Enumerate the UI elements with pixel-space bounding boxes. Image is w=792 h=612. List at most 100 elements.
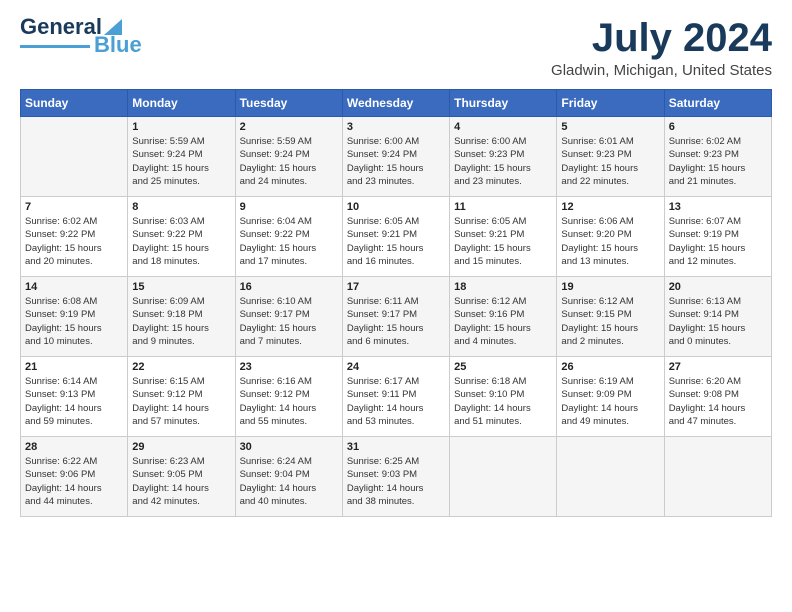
weekday-header-sunday: Sunday (21, 90, 128, 117)
weekday-header-monday: Monday (128, 90, 235, 117)
day-info: Sunrise: 6:09 AM Sunset: 9:18 PM Dayligh… (132, 295, 230, 348)
day-number: 13 (669, 201, 767, 213)
day-info: Sunrise: 6:02 AM Sunset: 9:22 PM Dayligh… (25, 215, 123, 268)
calendar-cell: 27 Sunrise: 6:20 AM Sunset: 9:08 PM Dayli… (664, 357, 771, 437)
day-info: Sunrise: 6:16 AM Sunset: 9:12 PM Dayligh… (240, 375, 338, 428)
calendar-cell: 9 Sunrise: 6:04 AM Sunset: 9:22 PM Daylig… (235, 197, 342, 277)
logo: General Blue (20, 16, 142, 56)
calendar-cell: 23 Sunrise: 6:16 AM Sunset: 9:12 PM Dayli… (235, 357, 342, 437)
day-number: 26 (561, 361, 659, 373)
calendar-cell: 2 Sunrise: 5:59 AM Sunset: 9:24 PM Daylig… (235, 117, 342, 197)
day-number: 5 (561, 121, 659, 133)
month-title: July 2024 (551, 16, 772, 60)
day-info: Sunrise: 5:59 AM Sunset: 9:24 PM Dayligh… (240, 135, 338, 188)
calendar-week-1: 1 Sunrise: 5:59 AM Sunset: 9:24 PM Daylig… (21, 117, 772, 197)
calendar-cell: 6 Sunrise: 6:02 AM Sunset: 9:23 PM Daylig… (664, 117, 771, 197)
day-info: Sunrise: 6:25 AM Sunset: 9:03 PM Dayligh… (347, 455, 445, 508)
calendar-cell: 29 Sunrise: 6:23 AM Sunset: 9:05 PM Dayli… (128, 437, 235, 517)
day-info: Sunrise: 6:08 AM Sunset: 9:19 PM Dayligh… (25, 295, 123, 348)
day-number: 25 (454, 361, 552, 373)
logo-text-blue: Blue (94, 34, 142, 56)
calendar-cell (21, 117, 128, 197)
day-info: Sunrise: 6:23 AM Sunset: 9:05 PM Dayligh… (132, 455, 230, 508)
calendar-cell: 16 Sunrise: 6:10 AM Sunset: 9:17 PM Dayli… (235, 277, 342, 357)
weekday-header-saturday: Saturday (664, 90, 771, 117)
calendar-cell: 19Sunrise: 6:12 AM Sunset: 9:15 PM Dayli… (557, 277, 664, 357)
calendar-cell (557, 437, 664, 517)
calendar-cell: 7 Sunrise: 6:02 AM Sunset: 9:22 PM Daylig… (21, 197, 128, 277)
day-info: Sunrise: 6:18 AM Sunset: 9:10 PM Dayligh… (454, 375, 552, 428)
calendar-cell: 31Sunrise: 6:25 AM Sunset: 9:03 PM Dayli… (342, 437, 449, 517)
day-info: Sunrise: 6:07 AM Sunset: 9:19 PM Dayligh… (669, 215, 767, 268)
day-number: 7 (25, 201, 123, 213)
weekday-header-tuesday: Tuesday (235, 90, 342, 117)
day-number: 9 (240, 201, 338, 213)
calendar-cell: 4 Sunrise: 6:00 AM Sunset: 9:23 PM Daylig… (450, 117, 557, 197)
day-info: Sunrise: 6:24 AM Sunset: 9:04 PM Dayligh… (240, 455, 338, 508)
calendar-week-5: 28 Sunrise: 6:22 AM Sunset: 9:06 PM Dayli… (21, 437, 772, 517)
day-number: 27 (669, 361, 767, 373)
day-number: 4 (454, 121, 552, 133)
day-number: 24 (347, 361, 445, 373)
day-info: Sunrise: 6:01 AM Sunset: 9:23 PM Dayligh… (561, 135, 659, 188)
day-info: Sunrise: 6:12 AM Sunset: 9:16 PM Dayligh… (454, 295, 552, 348)
day-number: 15 (132, 281, 230, 293)
day-number: 30 (240, 441, 338, 453)
calendar-cell: 28 Sunrise: 6:22 AM Sunset: 9:06 PM Dayli… (21, 437, 128, 517)
day-number: 11 (454, 201, 552, 213)
day-info: Sunrise: 6:20 AM Sunset: 9:08 PM Dayligh… (669, 375, 767, 428)
day-number: 28 (25, 441, 123, 453)
day-number: 1 (132, 121, 230, 133)
calendar-cell: 12 Sunrise: 6:06 AM Sunset: 9:20 PM Dayli… (557, 197, 664, 277)
day-number: 18 (454, 281, 552, 293)
calendar-week-4: 21Sunrise: 6:14 AM Sunset: 9:13 PM Dayli… (21, 357, 772, 437)
day-number: 6 (669, 121, 767, 133)
day-number: 16 (240, 281, 338, 293)
day-number: 8 (132, 201, 230, 213)
calendar-cell: 30 Sunrise: 6:24 AM Sunset: 9:04 PM Dayli… (235, 437, 342, 517)
day-number: 29 (132, 441, 230, 453)
calendar-cell: 14Sunrise: 6:08 AM Sunset: 9:19 PM Dayli… (21, 277, 128, 357)
day-info: Sunrise: 6:03 AM Sunset: 9:22 PM Dayligh… (132, 215, 230, 268)
day-info: Sunrise: 6:00 AM Sunset: 9:24 PM Dayligh… (347, 135, 445, 188)
day-number: 3 (347, 121, 445, 133)
weekday-header-friday: Friday (557, 90, 664, 117)
calendar-cell: 26Sunrise: 6:19 AM Sunset: 9:09 PM Dayli… (557, 357, 664, 437)
day-info: Sunrise: 6:15 AM Sunset: 9:12 PM Dayligh… (132, 375, 230, 428)
day-number: 12 (561, 201, 659, 213)
calendar-cell: 21Sunrise: 6:14 AM Sunset: 9:13 PM Dayli… (21, 357, 128, 437)
day-info: Sunrise: 6:00 AM Sunset: 9:23 PM Dayligh… (454, 135, 552, 188)
day-info: Sunrise: 6:10 AM Sunset: 9:17 PM Dayligh… (240, 295, 338, 348)
weekday-header-thursday: Thursday (450, 90, 557, 117)
day-info: Sunrise: 6:06 AM Sunset: 9:20 PM Dayligh… (561, 215, 659, 268)
calendar-header: SundayMondayTuesdayWednesdayThursdayFrid… (21, 90, 772, 117)
calendar-cell: 24Sunrise: 6:17 AM Sunset: 9:11 PM Dayli… (342, 357, 449, 437)
day-number: 22 (132, 361, 230, 373)
calendar-cell (664, 437, 771, 517)
day-info: Sunrise: 6:05 AM Sunset: 9:21 PM Dayligh… (454, 215, 552, 268)
weekday-header-wednesday: Wednesday (342, 90, 449, 117)
day-number: 2 (240, 121, 338, 133)
calendar-table: SundayMondayTuesdayWednesdayThursdayFrid… (20, 89, 772, 517)
calendar-cell: 22 Sunrise: 6:15 AM Sunset: 9:12 PM Dayli… (128, 357, 235, 437)
calendar-cell: 17Sunrise: 6:11 AM Sunset: 9:17 PM Dayli… (342, 277, 449, 357)
day-number: 10 (347, 201, 445, 213)
calendar-cell: 1Sunrise: 5:59 AM Sunset: 9:24 PM Daylig… (128, 117, 235, 197)
calendar-cell: 25 Sunrise: 6:18 AM Sunset: 9:10 PM Dayli… (450, 357, 557, 437)
calendar-cell: 15 Sunrise: 6:09 AM Sunset: 9:18 PM Dayli… (128, 277, 235, 357)
calendar-cell: 8 Sunrise: 6:03 AM Sunset: 9:22 PM Daylig… (128, 197, 235, 277)
day-info: Sunrise: 6:13 AM Sunset: 9:14 PM Dayligh… (669, 295, 767, 348)
page-header: General Blue July 2024 Gladwin, Michigan… (20, 16, 772, 79)
day-info: Sunrise: 6:22 AM Sunset: 9:06 PM Dayligh… (25, 455, 123, 508)
day-info: Sunrise: 6:04 AM Sunset: 9:22 PM Dayligh… (240, 215, 338, 268)
day-info: Sunrise: 6:14 AM Sunset: 9:13 PM Dayligh… (25, 375, 123, 428)
day-number: 19 (561, 281, 659, 293)
day-info: Sunrise: 6:11 AM Sunset: 9:17 PM Dayligh… (347, 295, 445, 348)
location-title: Gladwin, Michigan, United States (551, 62, 772, 79)
day-info: Sunrise: 6:02 AM Sunset: 9:23 PM Dayligh… (669, 135, 767, 188)
calendar-cell: 13 Sunrise: 6:07 AM Sunset: 9:19 PM Dayli… (664, 197, 771, 277)
day-number: 23 (240, 361, 338, 373)
calendar-cell: 3 Sunrise: 6:00 AM Sunset: 9:24 PM Daylig… (342, 117, 449, 197)
title-block: July 2024 Gladwin, Michigan, United Stat… (551, 16, 772, 79)
calendar-cell: 18 Sunrise: 6:12 AM Sunset: 9:16 PM Dayli… (450, 277, 557, 357)
